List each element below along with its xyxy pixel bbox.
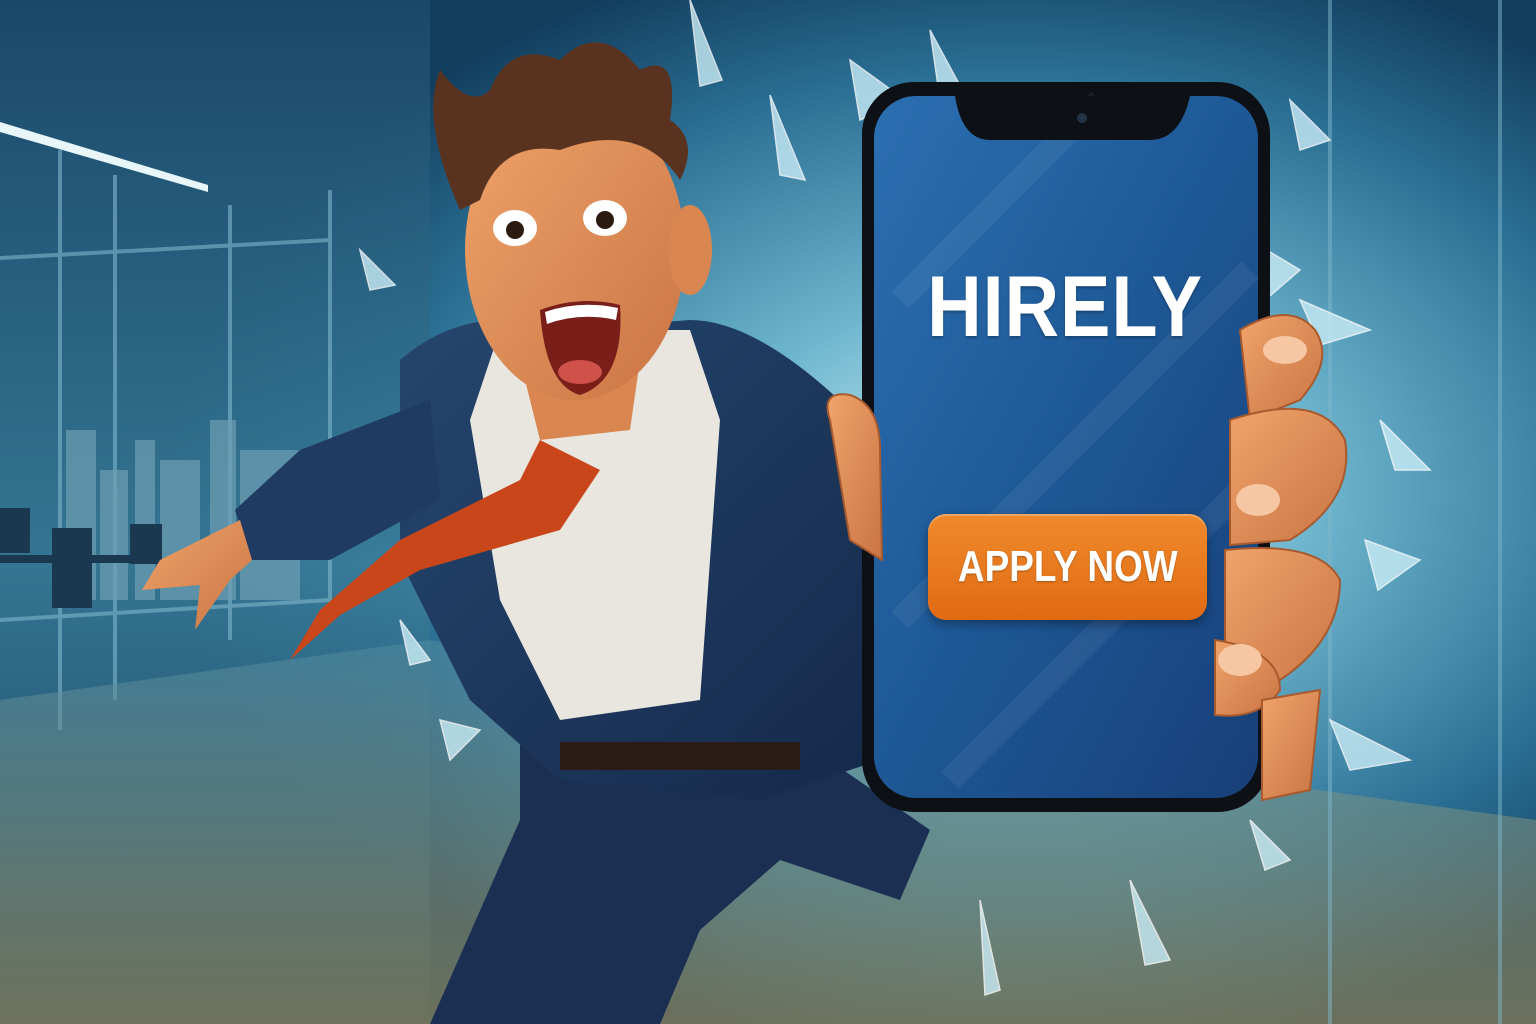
apply-now-label: APPLY NOW bbox=[957, 542, 1178, 591]
ear bbox=[668, 205, 712, 295]
apply-now-button[interactable]: APPLY NOW bbox=[928, 514, 1207, 620]
illustration-scene bbox=[0, 0, 1536, 1024]
belt bbox=[560, 742, 800, 770]
phone-notch bbox=[955, 96, 1190, 140]
app-brand-title: HIRELY bbox=[927, 259, 1203, 355]
